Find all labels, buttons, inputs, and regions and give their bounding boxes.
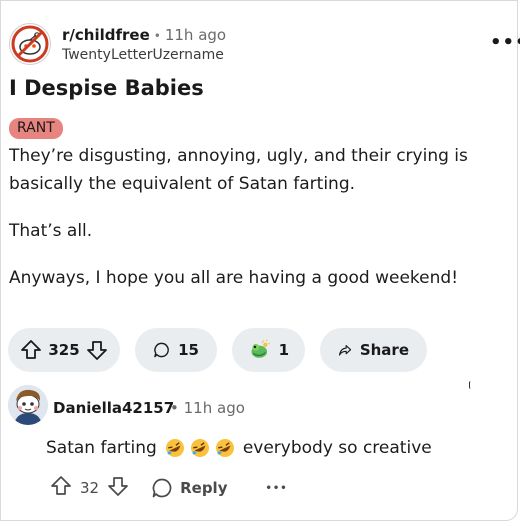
rofl-emoji-icon [215,439,234,457]
commenter-avatar[interactable] [8,385,48,425]
comment-time: 11h ago [183,399,245,417]
comment-upvote-button[interactable] [50,475,72,501]
subreddit-link[interactable]: r/childfree [62,26,150,44]
post-meta: r/childfree • 11h ago [62,26,226,44]
comment-count: 15 [178,341,199,359]
comment-body: Satan farting everybody so creative [46,438,432,458]
comments-button[interactable]: 15 [135,328,217,372]
subreddit-avatar[interactable] [9,23,51,65]
downvote-arrow-icon [108,477,128,496]
snoo-icon [11,25,49,63]
downvote-arrow-icon [87,341,107,360]
comment-text-prefix: Satan farting [46,438,157,458]
comment-vote-count: 32 [80,479,100,497]
upvote-arrow-icon [51,476,71,495]
comment-bubble-icon [152,478,172,498]
post-paragraph: That’s all. [9,221,93,241]
post-author[interactable]: TwentyLetterUzername [62,47,224,63]
snoo-avatar-icon [8,385,48,425]
post-flair[interactable]: RANT [9,118,63,139]
share-arrow-icon [339,345,352,356]
upvote-arrow-icon [21,340,41,359]
comment-username[interactable]: Daniella42157 [53,399,174,417]
vote-pill: 325 [8,328,120,372]
reply-label: Reply [180,479,228,497]
comment-text-suffix: everybody so creative [242,438,432,458]
thread-line [469,381,474,389]
award-button[interactable]: 1 [232,328,305,372]
post-title: I Despise Babies [9,76,204,100]
vote-count: 325 [48,341,80,359]
post-paragraph: They’re disgusting, annoying, ugly, and … [9,146,468,194]
comment-meta: • 11h ago [170,399,245,417]
award-icon [251,339,270,358]
meta-separator: • [170,399,179,417]
comment-bubble-icon [154,342,169,358]
award-count: 1 [278,341,289,359]
comment-overflow-menu[interactable]: ••• [265,483,287,494]
upvote-button[interactable] [20,339,42,361]
rofl-emoji-icon [190,439,209,457]
comment-actions: 32 Reply ••• [50,475,288,501]
comment-downvote-button[interactable] [107,475,129,501]
post-time: 11h ago [164,26,227,44]
rofl-emoji-icon [165,439,184,457]
post-body: They’re disgusting, annoying, ugly, and … [9,142,499,311]
share-label: Share [359,341,409,359]
share-button[interactable]: Share [320,328,427,372]
downvote-button[interactable] [86,339,108,361]
meta-separator: • [153,29,161,43]
post-paragraph: Anyways, I hope you all are having a goo… [9,268,459,288]
reply-button[interactable]: Reply [151,477,227,499]
post-overflow-menu[interactable]: ••• [490,32,520,53]
